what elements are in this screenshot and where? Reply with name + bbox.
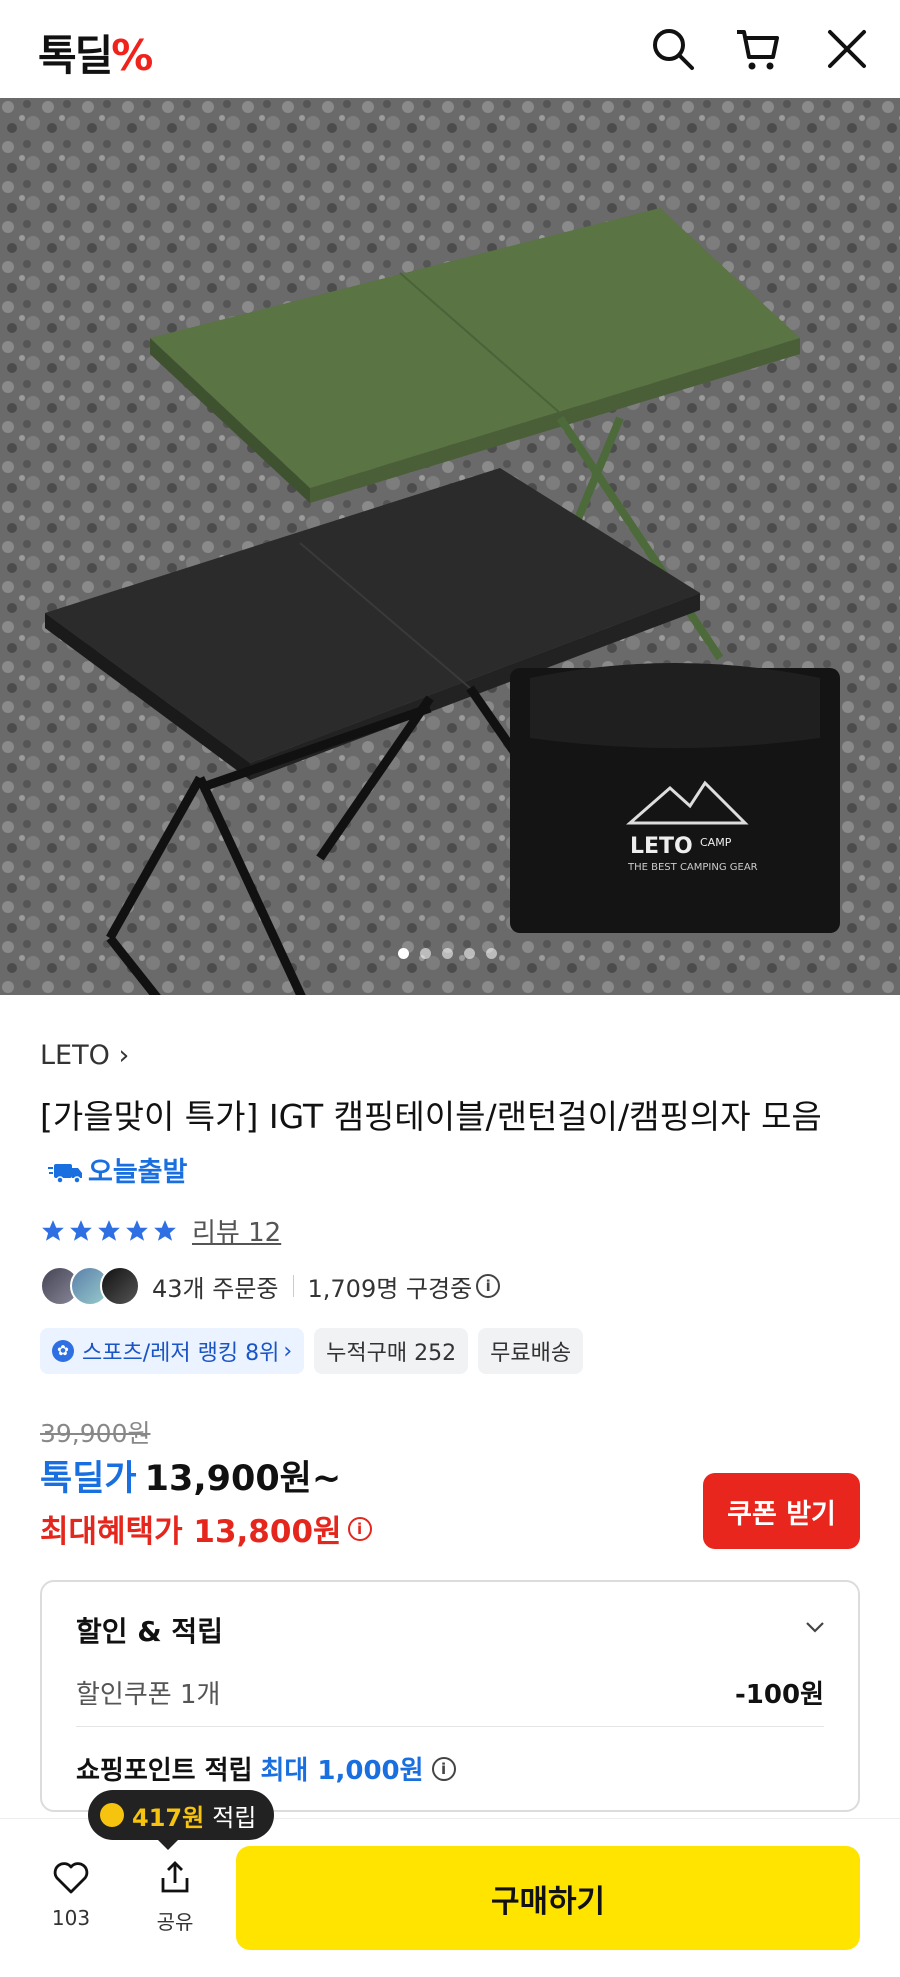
get-coupon-button[interactable]: 쿠폰 받기 (703, 1473, 860, 1549)
info-icon[interactable]: i (431, 1756, 456, 1781)
max-benefit-price: 최대혜택가 13,800원 i (40, 1506, 372, 1551)
coupon-discount-row: 할인쿠폰 1개 -100원 (76, 1674, 824, 1711)
free-shipping-text: 무료배송 (490, 1341, 572, 1366)
brand-name: LETO (40, 1040, 110, 1071)
carousel-dot-1[interactable] (398, 948, 409, 959)
carousel-dot-3[interactable] (442, 948, 453, 959)
brand-link[interactable]: LETO › (40, 1040, 129, 1071)
close-icon[interactable] (822, 24, 872, 74)
logo-main-text: 톡딜 (38, 31, 113, 80)
divider (292, 1275, 294, 1297)
star-icon (70, 1219, 92, 1241)
carousel-indicator (398, 948, 497, 959)
today-ship-text: 오늘출발 (88, 1156, 188, 1188)
benefit-title: 할인 & 적립 (76, 1615, 223, 1648)
buyer-avatars (40, 1266, 140, 1306)
point-value: 최대 1,000원 (260, 1756, 424, 1786)
logo-percent-mark: % (111, 31, 153, 80)
deal-price-value: 13,900원~ (144, 1459, 342, 1499)
star-icon (154, 1219, 176, 1241)
svg-text:CAMP: CAMP (700, 836, 732, 849)
coin-icon (100, 1803, 124, 1827)
viewers-count: 1,709명 구경중 (307, 1274, 473, 1303)
point-label: 쇼핑포인트 적립 (76, 1756, 253, 1786)
rating-row: 리뷰 12 (40, 1212, 281, 1249)
product-image-carousel[interactable]: LETO CAMP THE BEST CAMPING GEAR (0, 98, 900, 995)
gear-icon: ✿ (52, 1340, 74, 1362)
chevron-right-icon: › (118, 1040, 130, 1071)
reward-amount: 417원 (132, 1803, 205, 1832)
carousel-dot-5[interactable] (486, 948, 497, 959)
divider (76, 1726, 824, 1727)
reward-suffix: 적립 (212, 1803, 257, 1832)
svg-text:LETO: LETO (630, 834, 693, 859)
avatar (100, 1266, 140, 1306)
deal-price-label: 톡딜가 (40, 1459, 137, 1499)
like-button[interactable]: 103 (46, 1858, 96, 1930)
star-icon (42, 1219, 64, 1241)
cumulative-purchase-chip: 누적구매 252 (314, 1328, 469, 1374)
original-price: 39,900원 (40, 1419, 151, 1448)
share-label: 공유 (156, 1910, 194, 1934)
like-count: 103 (51, 1906, 91, 1930)
top-header: 톡딜% (0, 0, 900, 98)
product-photo: LETO CAMP THE BEST CAMPING GEAR (0, 98, 900, 995)
carousel-dot-4[interactable] (464, 948, 475, 959)
ranking-chip[interactable]: ✿ 스포츠/레저 랭킹 8위 › (40, 1328, 305, 1374)
orders-count: 43개 주문중 (152, 1274, 279, 1303)
info-icon[interactable]: i (476, 1274, 501, 1298)
share-button[interactable]: 공유 (150, 1858, 200, 1935)
carousel-dot-2[interactable] (420, 948, 431, 959)
discount-benefit-panel[interactable]: 할인 & 적립 할인쿠폰 1개 -100원 쇼핑포인트 적립 최대 1,000원… (40, 1580, 860, 1812)
star-icon (98, 1219, 120, 1241)
ranking-text: 스포츠/레저 랭킹 8위 (82, 1341, 280, 1366)
reward-tooltip: 417원 적립 (88, 1790, 275, 1850)
shopping-point-row: 쇼핑포인트 적립 최대 1,000원 i (76, 1750, 456, 1787)
buy-button[interactable]: 구매하기 (236, 1846, 860, 1950)
svg-text:THE BEST CAMPING GEAR: THE BEST CAMPING GEAR (627, 862, 758, 873)
star-icon (126, 1219, 148, 1241)
max-benefit-text: 최대혜택가 13,800원 (40, 1514, 342, 1550)
deal-price: 톡딜가 13,900원~ (40, 1450, 341, 1501)
free-shipping-chip: 무료배송 (478, 1328, 584, 1374)
coupon-label: 할인쿠폰 1개 (76, 1680, 221, 1710)
cumulative-text: 누적구매 252 (326, 1341, 457, 1366)
buyer-activity: 43개 주문중 1,709명 구경중 i (40, 1266, 501, 1306)
product-chips: ✿ 스포츠/레저 랭킹 8위 › 누적구매 252 무료배송 (40, 1328, 584, 1374)
heart-icon (53, 1862, 89, 1894)
search-icon[interactable] (648, 24, 698, 74)
product-title-text: [가을맞이 특가] IGT 캠핑테이블/랜턴걸이/캠핑의자 모음 (40, 1097, 822, 1136)
share-icon (161, 1861, 189, 1893)
delivery-truck-icon (48, 1163, 82, 1184)
info-icon[interactable]: i (347, 1516, 372, 1541)
chevron-right-icon: › (283, 1338, 293, 1364)
star-rating (40, 1218, 178, 1244)
product-title: [가을맞이 특가] IGT 캠핑테이블/랜턴걸이/캠핑의자 모음 오늘출발 (40, 1090, 860, 1200)
cart-icon[interactable] (733, 24, 783, 74)
chevron-down-icon[interactable] (804, 1616, 826, 1638)
toktdeal-logo[interactable]: 톡딜% (38, 22, 153, 83)
review-link[interactable]: 리뷰 12 (192, 1212, 281, 1249)
today-ship-badge: 오늘출발 (48, 1146, 187, 1200)
coupon-value: -100원 (735, 1680, 824, 1710)
